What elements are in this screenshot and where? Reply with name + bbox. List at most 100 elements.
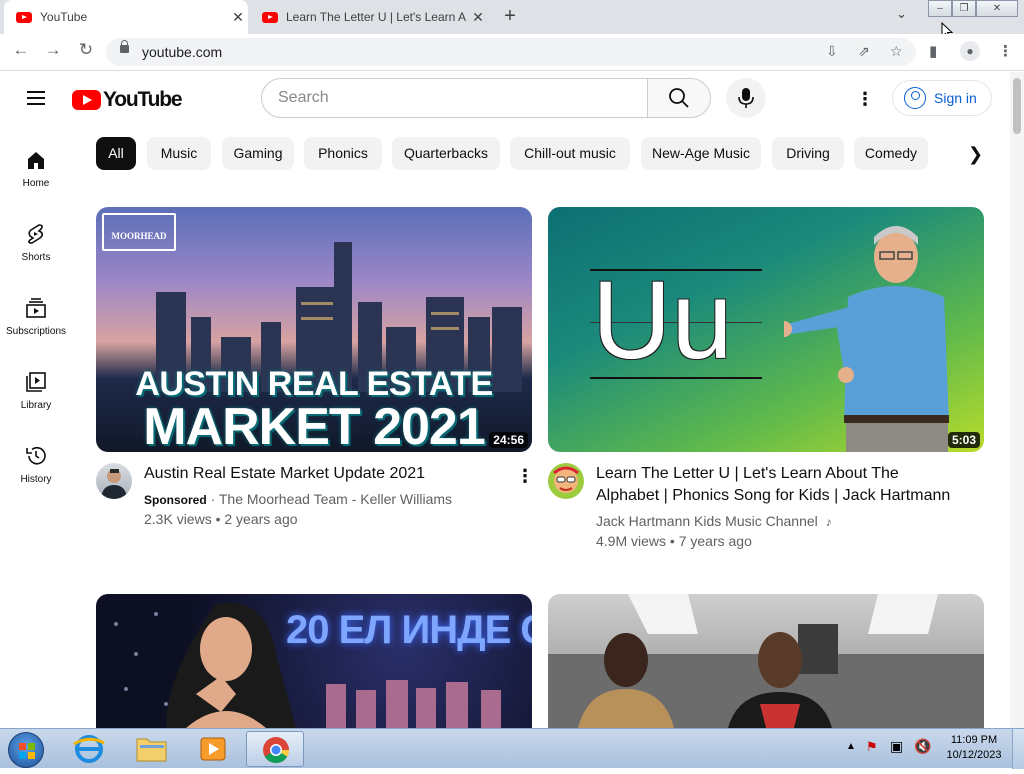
clock-date: 10/12/2023 bbox=[946, 749, 1002, 761]
sign-in-button[interactable]: Sign in bbox=[892, 80, 992, 116]
video-duration: 5:03 bbox=[947, 432, 980, 448]
sidebar-item-shorts[interactable]: Shorts bbox=[0, 222, 72, 263]
cartoon-avatar-icon bbox=[553, 466, 579, 493]
video-title[interactable]: Austin Real Estate Market Update 2021 bbox=[144, 463, 504, 485]
sidebar-item-label: Library bbox=[20, 400, 52, 411]
moorhead-logo: MOORHEAD bbox=[102, 213, 176, 251]
close-window-button[interactable]: ✕ bbox=[976, 0, 1018, 17]
microphone-icon bbox=[738, 88, 754, 108]
close-tab-icon[interactable]: ✕ bbox=[468, 9, 488, 26]
file-explorer-taskbar-button[interactable] bbox=[122, 731, 180, 767]
volume-muted-icon[interactable]: 🔇 bbox=[914, 738, 931, 755]
network-icon[interactable]: ▣ bbox=[890, 738, 903, 755]
channel-avatar[interactable] bbox=[548, 463, 584, 499]
profile-icon[interactable]: ● bbox=[960, 41, 980, 61]
video-stats: 2.3K views • 2 years ago bbox=[144, 511, 298, 527]
close-tab-icon[interactable]: ✕ bbox=[228, 9, 248, 26]
video-thumbnail-third[interactable]: 20 ЕЛ ИНДЕ СЕ... bbox=[96, 594, 532, 728]
install-app-icon[interactable]: ⇩ bbox=[826, 43, 838, 60]
show-desktop-button[interactable] bbox=[1012, 729, 1024, 769]
sidebar-item-library[interactable]: Library bbox=[0, 370, 72, 411]
video-title[interactable]: Learn The Letter U | Let's Learn About T… bbox=[596, 463, 996, 507]
search-button[interactable] bbox=[647, 78, 711, 118]
youtube-header: YouTube ⋮ Sign in bbox=[0, 72, 1010, 128]
video-channel-line: Sponsored · The Moorhead Team - Keller W… bbox=[144, 489, 452, 510]
media-player-taskbar-button[interactable] bbox=[184, 731, 242, 767]
channel-name[interactable]: Jack Hartmann Kids Music Channel bbox=[596, 513, 818, 529]
chip-quarterbacks[interactable]: Quarterbacks bbox=[392, 137, 500, 170]
media-player-icon bbox=[200, 737, 226, 761]
chrome-menu-icon[interactable]: ⋮ bbox=[998, 42, 1013, 60]
sidebar-item-label: Shorts bbox=[21, 252, 51, 263]
start-button[interactable] bbox=[8, 732, 44, 768]
forward-arrow-icon[interactable]: → bbox=[41, 40, 65, 60]
minimize-button[interactable]: ‒ bbox=[928, 0, 952, 17]
library-icon bbox=[26, 372, 46, 392]
chip-comedy[interactable]: Comedy bbox=[854, 137, 928, 170]
chip-all[interactable]: All bbox=[96, 137, 136, 170]
video-title-line-1: Learn The Letter U | Let's Learn About T… bbox=[596, 465, 899, 482]
video-stats: 4.9M views • 7 years ago bbox=[596, 533, 752, 549]
chip-phonics[interactable]: Phonics bbox=[304, 137, 382, 170]
browser-toolbar: ← → ↻ youtube.com ⇩ ⇗ ☆ ▮ ● ⋮ bbox=[0, 34, 1024, 71]
side-panel-icon[interactable]: ▮ bbox=[929, 42, 937, 60]
filter-chips-bar: All Music Gaming Phonics Quarterbacks Ch… bbox=[96, 137, 996, 171]
youtube-logo[interactable]: YouTube bbox=[72, 88, 183, 112]
chrome-taskbar-button[interactable] bbox=[246, 731, 304, 767]
settings-menu-icon[interactable]: ⋮ bbox=[854, 89, 876, 109]
sidebar-item-history[interactable]: History bbox=[0, 444, 72, 485]
page-scrollbar[interactable] bbox=[1010, 72, 1024, 728]
video-duration: 24:56 bbox=[489, 432, 528, 448]
video-thumbnail-austin[interactable]: MOORHEAD AUSTIN REAL ESTATE MARKET 2021 … bbox=[96, 207, 532, 452]
chip-music[interactable]: Music bbox=[147, 137, 211, 170]
internet-explorer-icon bbox=[73, 735, 105, 763]
presenter-illustration bbox=[784, 226, 949, 452]
tray-expand-icon[interactable]: ▲ bbox=[846, 741, 856, 752]
windows-taskbar: ▲ ⚑ ▣ 🔇 11:09 PM 10/12/2023 bbox=[0, 728, 1024, 769]
video-channel-line: Jack Hartmann Kids Music Channel ♪ bbox=[596, 511, 832, 532]
video-menu-icon[interactable]: ⋮ bbox=[516, 466, 534, 487]
internet-explorer-taskbar-button[interactable] bbox=[60, 731, 118, 767]
search-box bbox=[261, 78, 648, 118]
video-thumbnail-fourth[interactable] bbox=[548, 594, 984, 728]
scrollbar-thumb[interactable] bbox=[1013, 78, 1021, 134]
music-note-icon: ♪ bbox=[825, 515, 832, 529]
voice-search-button[interactable] bbox=[726, 78, 766, 118]
bookmark-star-icon[interactable]: ☆ bbox=[890, 43, 903, 60]
browser-tab-strip: YouTube ✕ Learn The Letter U | Let's Lea… bbox=[0, 0, 1024, 40]
back-arrow-icon[interactable]: ← bbox=[9, 40, 33, 60]
channel-avatar[interactable] bbox=[96, 463, 132, 499]
chip-gaming[interactable]: Gaming bbox=[222, 137, 294, 170]
action-center-icon[interactable]: ⚑ bbox=[866, 739, 878, 755]
chip-driving[interactable]: Driving bbox=[772, 137, 844, 170]
clock-time: 11:09 PM bbox=[950, 734, 998, 746]
hamburger-menu-icon[interactable] bbox=[27, 91, 45, 105]
chip-chill-out-music[interactable]: Chill-out music bbox=[510, 137, 630, 170]
sidebar-item-home[interactable]: Home bbox=[0, 148, 72, 189]
bullet-separator: · bbox=[210, 491, 219, 507]
chips-next-chevron-icon[interactable]: ❯ bbox=[968, 144, 983, 165]
clock[interactable]: 11:09 PM 10/12/2023 bbox=[944, 733, 1004, 763]
reload-icon[interactable]: ↻ bbox=[74, 40, 98, 60]
share-icon[interactable]: ⇗ bbox=[858, 43, 870, 60]
tab-title: YouTube bbox=[40, 10, 88, 24]
sidebar-item-label: Subscriptions bbox=[5, 326, 67, 337]
youtube-favicon-icon bbox=[262, 11, 278, 23]
new-tab-button[interactable]: + bbox=[498, 5, 522, 28]
channel-name[interactable]: The Moorhead Team - Keller Williams bbox=[219, 491, 452, 507]
tab-letter-u[interactable]: Learn The Letter U | Let's Learn A ✕ bbox=[250, 0, 488, 34]
chip-new-age-music[interactable]: New-Age Music bbox=[641, 137, 761, 170]
letter-u-text: Uu bbox=[592, 259, 733, 382]
tab-youtube[interactable]: YouTube ✕ bbox=[4, 0, 248, 34]
moorhead-logo-text: MOORHEAD bbox=[111, 231, 167, 241]
sidebar-item-subscriptions[interactable]: Subscriptions bbox=[0, 296, 72, 337]
address-bar[interactable]: youtube.com ⇩ ⇗ ☆ bbox=[106, 38, 916, 66]
sidebar-item-label: Home bbox=[22, 178, 50, 189]
restore-button[interactable]: ❐ bbox=[952, 0, 976, 17]
tab-search-chevron-icon[interactable]: ⌄ bbox=[896, 6, 907, 22]
shorts-icon bbox=[28, 224, 44, 244]
video-thumbnail-letter-u[interactable]: Uu 5:03 bbox=[548, 207, 984, 452]
home-icon bbox=[28, 152, 44, 169]
search-input[interactable] bbox=[278, 79, 638, 117]
search-icon bbox=[669, 88, 689, 108]
